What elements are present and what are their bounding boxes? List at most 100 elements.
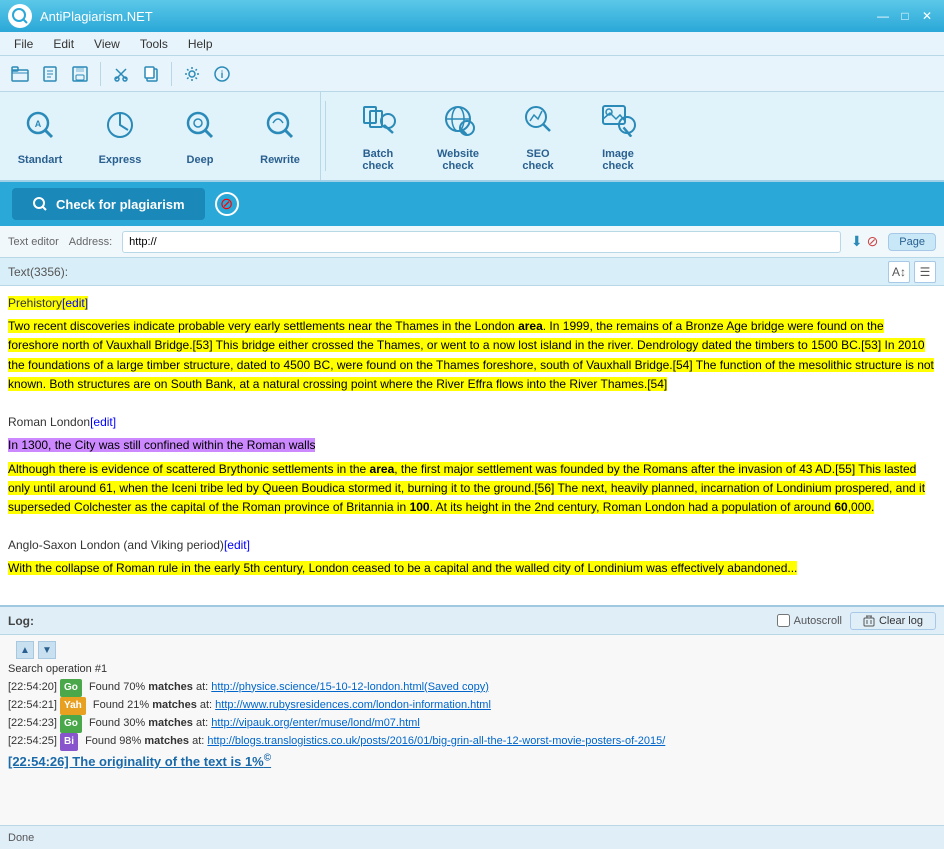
log-link-3[interactable]: http://blogs.translogistics.co.uk/posts/… — [207, 735, 665, 747]
mode-image[interactable]: Imagecheck — [578, 92, 658, 180]
menu-edit[interactable]: Edit — [43, 35, 84, 53]
mode-standart[interactable]: A Standart — [0, 92, 80, 180]
log-final-text: [22:54:26] The originality of the text i… — [8, 754, 271, 769]
log-content[interactable]: ▲ ▼ Search operation #1 [22:54:20] Go Fo… — [0, 635, 944, 825]
toolbar-sep2 — [171, 62, 172, 86]
scroll-up-button[interactable]: ▲ — [16, 641, 34, 659]
svg-text:i: i — [221, 70, 224, 81]
batch-label: Batchcheck — [362, 148, 393, 172]
roman-header: Roman London[edit] — [8, 413, 936, 432]
page-button[interactable]: Page — [888, 233, 936, 251]
express-label: Express — [99, 154, 142, 166]
cancel-button[interactable]: ⊘ — [215, 192, 239, 216]
svg-text:A: A — [35, 119, 42, 129]
toolbar-new[interactable] — [36, 60, 64, 88]
log-area: Log: Autoscroll Clear log ▲ ▼ Se — [0, 605, 944, 825]
check-modes-bar: A Standart Express — [0, 92, 944, 182]
log-tag-bi-3: Bi — [60, 733, 78, 751]
autoscroll-checkbox[interactable] — [777, 614, 790, 627]
log-controls: Autoscroll Clear log — [777, 612, 936, 630]
seo-icon — [520, 101, 556, 144]
editor-tools: A↕ ☰ — [888, 261, 936, 283]
address-input[interactable] — [122, 231, 841, 253]
clear-address-icon[interactable]: ⊘ — [867, 233, 879, 250]
view-toggle-button[interactable]: ☰ — [914, 261, 936, 283]
toolbar-info[interactable]: i — [208, 60, 236, 88]
mode-rewrite[interactable]: Rewrite — [240, 92, 320, 180]
anglosaxon-header: Anglo-Saxon London (and Viking period)[e… — [8, 536, 936, 555]
toolbar-open[interactable] — [6, 60, 34, 88]
menu-file[interactable]: File — [4, 35, 43, 53]
toolbar-paste[interactable] — [137, 60, 165, 88]
title-bar: AntiPlagiarism.NET — □ ✕ — [0, 0, 944, 32]
menu-help[interactable]: Help — [178, 35, 223, 53]
toolbar-save[interactable] — [66, 60, 94, 88]
toolbar-cut[interactable] — [107, 60, 135, 88]
copyright-symbol: © — [264, 753, 271, 764]
standart-label: Standart — [18, 154, 63, 166]
scroll-down-button[interactable]: ▼ — [38, 641, 56, 659]
window-controls: — □ ✕ — [874, 8, 936, 24]
clear-log-button[interactable]: Clear log — [850, 612, 936, 630]
mode-website[interactable]: Websitecheck — [418, 92, 498, 180]
website-icon — [440, 101, 476, 144]
toolbar-settings[interactable] — [178, 60, 206, 88]
toolbar: i — [0, 56, 944, 92]
log-search-op: Search operation #1 — [8, 661, 936, 679]
app-logo — [8, 4, 32, 28]
mode-seo[interactable]: SEOcheck — [498, 92, 578, 180]
text-content[interactable]: Prehistory[edit] Two recent discoveries … — [0, 286, 944, 605]
image-icon — [600, 101, 636, 144]
log-final-entry: [22:54:26] The originality of the text i… — [8, 751, 936, 773]
address-bar: Text editor Address: ⬇ ⊘ Page — [0, 226, 944, 258]
autoscroll-label[interactable]: Autoscroll — [777, 614, 842, 627]
download-icon[interactable]: ⬇ — [851, 233, 863, 250]
prehistory-text: Two recent discoveries indicate probable… — [8, 317, 936, 394]
deep-label: Deep — [187, 154, 214, 166]
rewrite-icon — [262, 107, 298, 150]
mode-express[interactable]: Express — [80, 92, 160, 180]
text-editor-label: Text editor — [8, 236, 59, 248]
minimize-button[interactable]: — — [874, 8, 892, 24]
menu-bar: File Edit View Tools Help — [0, 32, 944, 56]
log-scroll-btns: ▲ ▼ — [8, 639, 936, 661]
log-link-0[interactable]: http://physice.science/15-10-12-london.h… — [211, 681, 489, 693]
log-title: Log: — [8, 614, 34, 628]
log-link-1[interactable]: http://www.rubysresidences.com/london-in… — [215, 699, 491, 711]
log-link-2[interactable]: http://vipauk.org/enter/muse/lond/m07.ht… — [211, 717, 420, 729]
close-button[interactable]: ✕ — [918, 8, 936, 24]
log-tag-go-2: Go — [60, 715, 82, 733]
log-entry-2: [22:54:23] Go Found 30% matches at: http… — [8, 715, 936, 733]
standart-icon: A — [22, 107, 58, 150]
mode-separator — [325, 101, 326, 171]
log-entry-3: [22:54:25] Bi Found 98% matches at: http… — [8, 733, 936, 751]
website-label: Websitecheck — [437, 148, 479, 172]
action-bar: Check for plagiarism ⊘ — [0, 182, 944, 226]
log-entry-1: [22:54:21] Yah Found 21% matches at: htt… — [8, 697, 936, 715]
editor-title: Text(3356): — [8, 265, 68, 279]
roman-text: Although there is evidence of scattered … — [8, 460, 936, 518]
anglosaxon-text: With the collapse of Roman rule in the e… — [8, 559, 936, 578]
roman-confined-text: In 1300, the City was still confined wit… — [8, 436, 936, 455]
express-icon — [102, 107, 138, 150]
check-mode-group1: A Standart Express — [0, 92, 321, 180]
seo-label: SEOcheck — [522, 148, 553, 172]
address-action-icons: ⬇ ⊘ — [851, 233, 878, 250]
editor-header: Text(3356): A↕ ☰ — [0, 258, 944, 286]
check-plagiarism-button[interactable]: Check for plagiarism — [12, 188, 205, 220]
log-entry-0: [22:54:20] Go Found 70% matches at: http… — [8, 679, 936, 697]
menu-tools[interactable]: Tools — [130, 35, 178, 53]
mode-deep[interactable]: Deep — [160, 92, 240, 180]
address-label: Address: — [69, 236, 112, 248]
rewrite-label: Rewrite — [260, 154, 300, 166]
font-size-button[interactable]: A↕ — [888, 261, 910, 283]
status-text: Done — [8, 832, 34, 844]
mode-batch[interactable]: Batchcheck — [338, 92, 418, 180]
menu-view[interactable]: View — [84, 35, 130, 53]
main-content: Text(3356): A↕ ☰ Prehistory[edit] Two re… — [0, 258, 944, 825]
check-mode-group2: Batchcheck Websitecheck — [330, 92, 666, 180]
maximize-button[interactable]: □ — [896, 8, 914, 24]
app-title: AntiPlagiarism.NET — [40, 9, 874, 24]
log-tag-yah-1: Yah — [60, 697, 86, 715]
prehistory-header: Prehistory[edit] — [8, 294, 936, 313]
